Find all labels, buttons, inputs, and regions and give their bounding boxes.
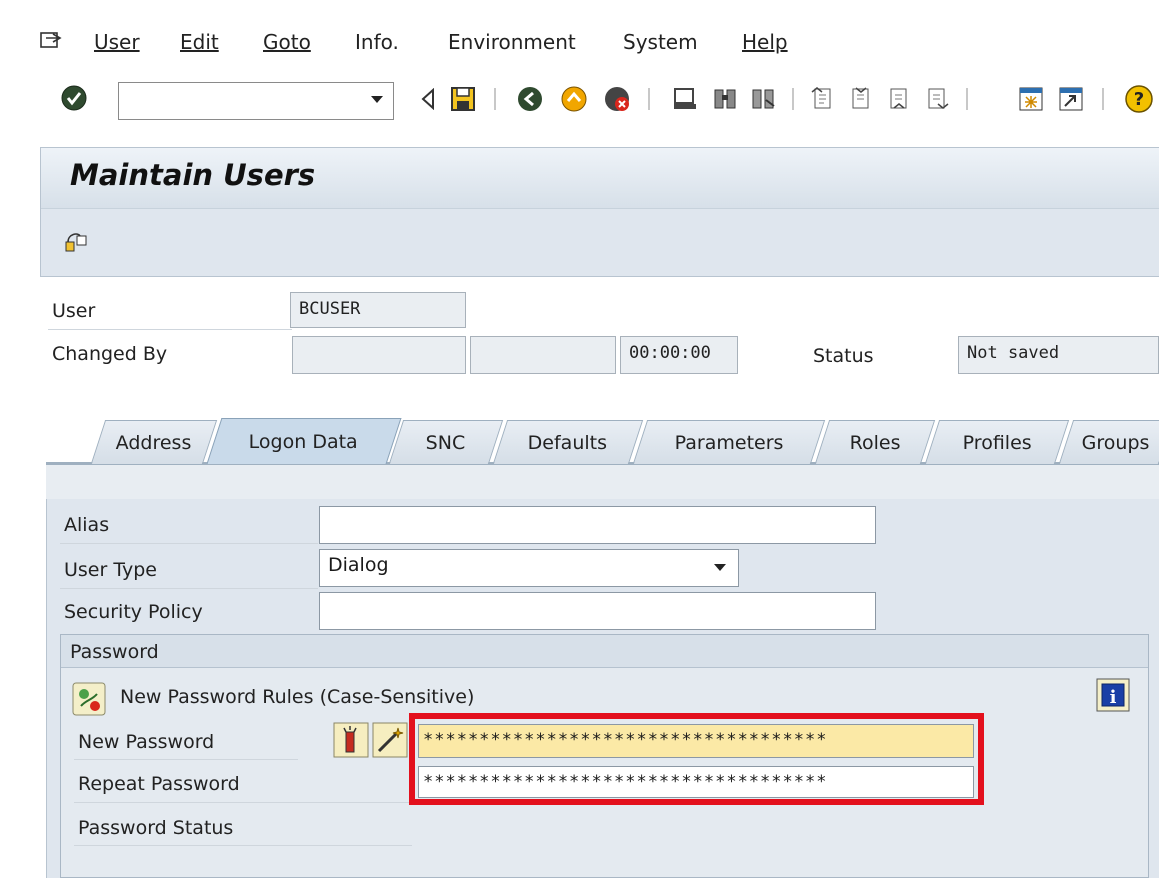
command-field[interactable] (118, 82, 394, 120)
tab-label: Defaults (528, 431, 608, 454)
chevron-down-icon[interactable] (714, 564, 726, 571)
menu-system[interactable]: System (623, 30, 698, 54)
password-group-header (61, 635, 1148, 668)
menu-user[interactable]: User (94, 30, 140, 54)
user-field[interactable]: BCUSER (290, 292, 466, 328)
panel-top-band (46, 465, 1159, 499)
alias-input[interactable] (319, 506, 876, 544)
label-underline (48, 329, 292, 330)
tab-label: SNC (426, 431, 466, 454)
chevron-down-icon[interactable] (371, 96, 383, 103)
security-policy-label: Security Policy (64, 601, 203, 623)
changed-by-label: Changed By (52, 343, 168, 365)
user-type-label: User Type (64, 559, 157, 581)
new-session-icon[interactable] (1018, 86, 1044, 112)
page-title: Maintain Users (70, 158, 316, 192)
label-underline (74, 802, 412, 803)
tab-label: Parameters (674, 431, 784, 454)
cancel-icon[interactable] (603, 85, 631, 113)
back-icon[interactable] (516, 85, 544, 113)
svg-text:?: ? (1134, 89, 1144, 110)
tab-label: Logon Data (249, 430, 359, 453)
user-type-value: Dialog (328, 554, 389, 576)
back-triangle-icon[interactable] (420, 87, 436, 111)
repeat-password-label: Repeat Password (78, 773, 240, 795)
security-policy-input[interactable] (319, 592, 876, 630)
tab-label: Groups (1081, 431, 1150, 454)
last-page-icon[interactable] (924, 86, 950, 112)
changed-date-field[interactable] (470, 336, 616, 374)
status-field[interactable]: Not saved (958, 336, 1159, 374)
menu-environment[interactable]: Environment (448, 30, 576, 54)
label-underline (60, 588, 318, 589)
label-underline (74, 845, 412, 846)
new-password-label: New Password (78, 731, 215, 753)
generate-password-icon[interactable] (333, 722, 369, 758)
tab-label: Profiles (962, 431, 1032, 454)
user-label: User (52, 300, 96, 322)
toolbar-separator (966, 88, 968, 110)
change-display-icon[interactable] (64, 228, 90, 254)
password-rules-text: New Password Rules (Case-Sensitive) (120, 686, 475, 708)
menu-goto[interactable]: Goto (263, 30, 311, 54)
label-underline (60, 543, 318, 544)
tab-logon-data[interactable]: Logon Data (206, 418, 402, 464)
print-icon[interactable] (672, 86, 698, 112)
next-page-icon[interactable] (886, 86, 912, 112)
enter-check-icon[interactable] (60, 84, 88, 112)
password-rules-icon[interactable] (72, 682, 106, 716)
menu-edit[interactable]: Edit (180, 30, 219, 54)
tab-defaults[interactable]: Defaults (492, 420, 644, 464)
password-wizard-icon[interactable] (372, 722, 408, 758)
changed-by-field[interactable] (292, 336, 466, 374)
toolbar-separator (648, 88, 650, 110)
find-next-icon[interactable] (750, 86, 776, 112)
password-status-label: Password Status (78, 817, 234, 839)
menu-help[interactable]: Help (742, 30, 788, 54)
tab-profiles[interactable]: Profiles (924, 420, 1070, 464)
previous-page-icon[interactable] (848, 86, 874, 112)
tab-label: Roles (849, 431, 901, 454)
find-icon[interactable] (712, 86, 738, 112)
tab-label: Address (115, 431, 192, 454)
tab-groups[interactable]: Groups (1058, 420, 1159, 464)
exit-icon[interactable] (560, 85, 588, 113)
password-group-title: Password (70, 641, 159, 663)
menu-icon[interactable] (40, 32, 62, 50)
tab-snc[interactable]: SNC (388, 420, 504, 464)
help-icon[interactable]: ? (1124, 84, 1154, 114)
shortcut-icon[interactable] (1058, 86, 1084, 112)
svg-text:i: i (1110, 687, 1117, 708)
tab-parameters[interactable]: Parameters (632, 420, 826, 464)
password-highlight-box (409, 713, 984, 805)
menu-bar (0, 0, 1159, 82)
first-page-icon[interactable] (810, 86, 836, 112)
toolbar-separator (494, 88, 496, 110)
menu-info[interactable]: Info. (355, 30, 399, 54)
toolbar-separator (1102, 88, 1104, 110)
tab-roles[interactable]: Roles (814, 420, 936, 464)
label-underline (74, 759, 298, 760)
toolbar-separator (792, 88, 794, 110)
info-icon[interactable]: i (1096, 678, 1130, 712)
user-type-select[interactable]: Dialog (319, 549, 739, 587)
tab-address[interactable]: Address (90, 420, 218, 464)
alias-label: Alias (64, 514, 110, 536)
save-icon[interactable] (450, 86, 476, 112)
status-label: Status (813, 345, 874, 367)
changed-time-field[interactable]: 00:00:00 (620, 336, 738, 374)
